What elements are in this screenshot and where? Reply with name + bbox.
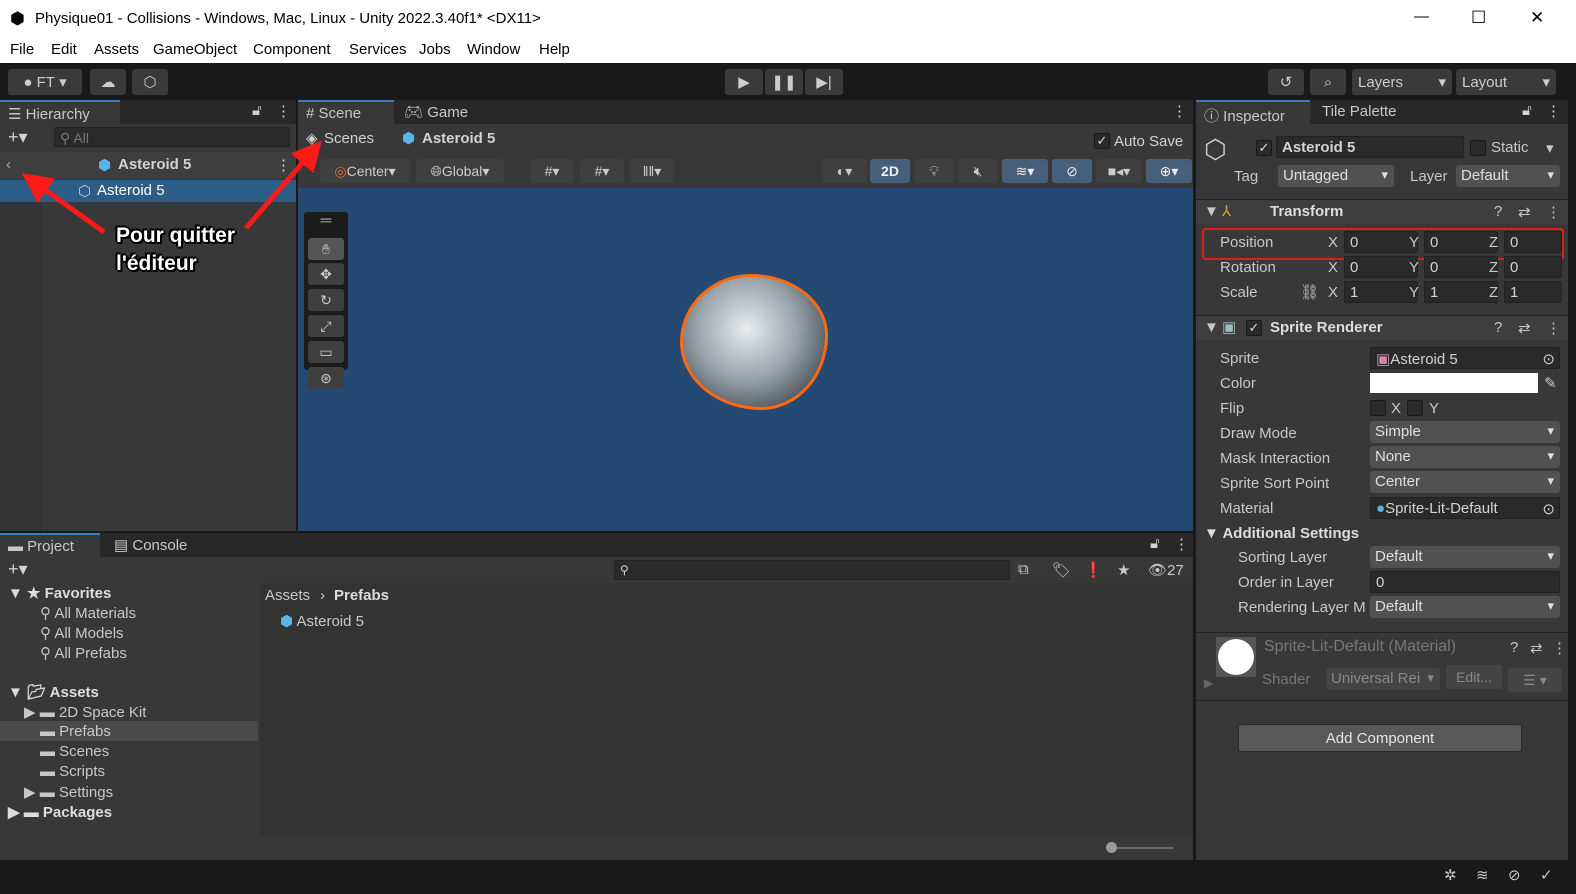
arrow-to-scenes-breadcrumb [244,140,322,230]
arrow-to-back-chevron [21,173,106,235]
annotation-text: Pour quitter l'éditeur [116,224,235,275]
annotation-arrows [21,140,322,235]
